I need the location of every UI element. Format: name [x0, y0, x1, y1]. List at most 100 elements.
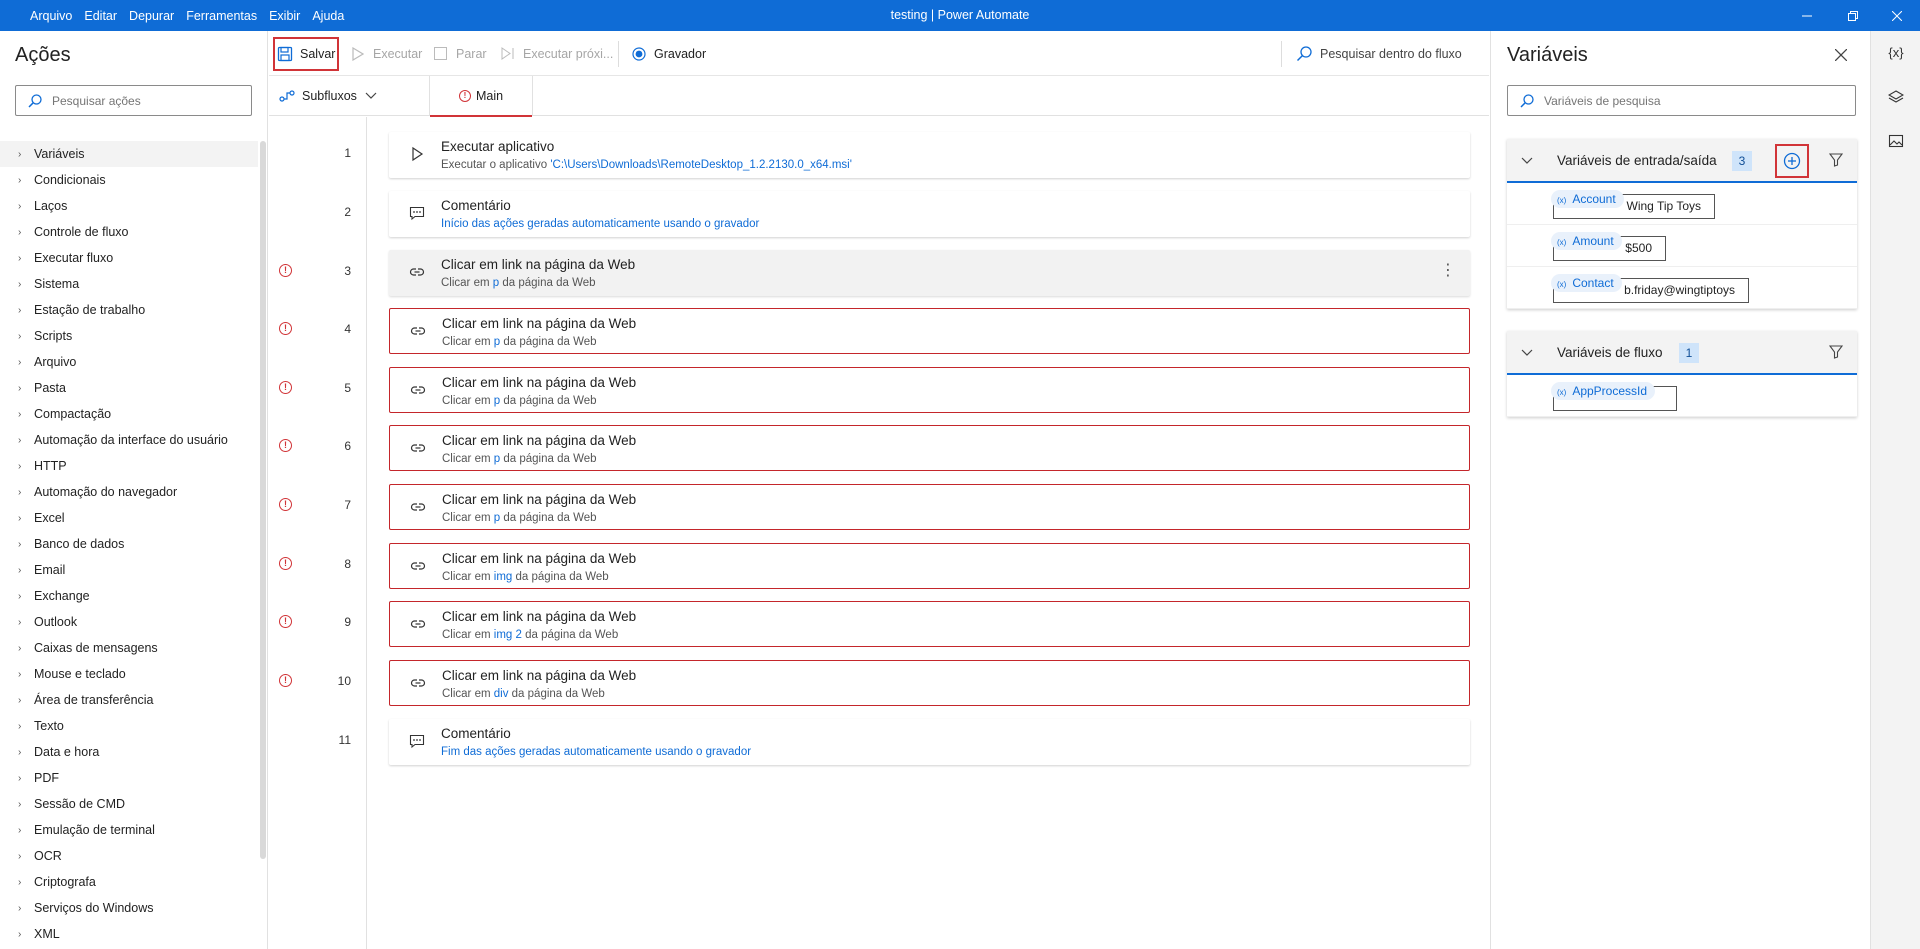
step-card[interactable]: Clicar em link na página da Web Clicar em… — [389, 660, 1470, 706]
action-category[interactable]: › Scripts — [0, 323, 258, 349]
save-icon — [277, 46, 293, 61]
step-card[interactable]: Clicar em link na página da Web Clicar em… — [389, 250, 1470, 296]
action-category-label: Compactação — [34, 407, 112, 421]
step-subtitle-link[interactable]: Fim das ações geradas automaticamente us… — [441, 746, 751, 758]
io-variables-header[interactable]: Variáveis de entrada/saída 3 — [1507, 139, 1857, 183]
menu-ajuda[interactable]: Ajuda — [312, 9, 344, 23]
action-category[interactable]: › Automação do navegador — [0, 479, 258, 505]
action-category[interactable]: › Sessão de CMD — [0, 791, 258, 817]
step-card[interactable]: Comentário Fim das ações geradas automati… — [389, 719, 1470, 765]
menu-ferramentas[interactable]: Ferramentas — [186, 9, 257, 23]
action-category[interactable]: › Serviços do Windows — [0, 895, 258, 921]
action-category[interactable]: › Exchange — [0, 583, 258, 609]
variable-row[interactable]: (x) Contact b.friday@wingtiptoys — [1507, 267, 1857, 309]
action-category[interactable]: › Automação da interface do usuário — [0, 427, 258, 453]
action-category[interactable]: › Executar fluxo — [0, 245, 258, 271]
variables-rail-button[interactable]: {x} — [1871, 45, 1920, 60]
step-card[interactable]: Executar aplicativo Executar o aplicativo… — [389, 132, 1470, 178]
action-category[interactable]: › Variáveis — [0, 141, 258, 167]
action-category[interactable]: › Caixas de mensagens — [0, 635, 258, 661]
action-category[interactable]: › HTTP — [0, 453, 258, 479]
action-category[interactable]: › Outlook — [0, 609, 258, 635]
action-category[interactable]: › Banco de dados — [0, 531, 258, 557]
action-category[interactable]: › XML — [0, 921, 258, 947]
step-card[interactable]: Clicar em link na página da Web Clicar em… — [389, 484, 1470, 530]
menu-arquivo[interactable]: Arquivo — [30, 9, 72, 23]
step-card[interactable]: Clicar em link na página da Web Clicar em… — [389, 601, 1470, 647]
action-category[interactable]: › Controle de fluxo — [0, 219, 258, 245]
minimize-button[interactable] — [1784, 0, 1830, 31]
link-icon — [410, 503, 426, 511]
run-button[interactable]: Executar — [352, 31, 422, 76]
action-category[interactable]: › Texto — [0, 713, 258, 739]
run-next-button[interactable]: Executar próxi... — [501, 31, 613, 76]
close-variables-button[interactable] — [1834, 45, 1848, 66]
menu-editar[interactable]: Editar — [84, 9, 117, 23]
action-category[interactable]: › Criptografa — [0, 869, 258, 895]
step-title: Comentário — [441, 198, 511, 213]
add-variable-button[interactable] — [1783, 152, 1801, 170]
action-category[interactable]: › PDF — [0, 765, 258, 791]
step-subtitle-link[interactable]: img — [494, 571, 513, 583]
save-label: Salvar — [300, 46, 336, 61]
action-category[interactable]: › Laços — [0, 193, 258, 219]
action-category[interactable]: › Email — [0, 557, 258, 583]
variable-chip[interactable]: (x) Amount — [1551, 232, 1622, 250]
chevron-right-icon: › — [18, 200, 22, 212]
action-category[interactable]: › Excel — [0, 505, 258, 531]
step-card[interactable]: Clicar em link na página da Web Clicar em… — [389, 543, 1470, 589]
restore-button[interactable] — [1830, 0, 1876, 31]
actions-scrollbar[interactable] — [260, 141, 266, 859]
step-subtitle-link[interactable]: div — [494, 688, 509, 700]
recorder-button[interactable]: Gravador — [632, 31, 706, 76]
actions-search[interactable] — [15, 85, 252, 116]
more-options-icon[interactable]: ⋮ — [1440, 260, 1456, 280]
actions-panel: Ações › Variáveis › Condicionais › Laços › Cont… — [0, 31, 268, 949]
tab-main[interactable]: ! Main — [429, 76, 533, 117]
io-variables-list: (x) Account Wing Tip Toys (x) Amount $500 (x) C… — [1507, 183, 1857, 309]
action-category[interactable]: › Arquivo — [0, 349, 258, 375]
action-category[interactable]: › Condicionais — [0, 167, 258, 193]
step-subtitle-link[interactable]: Início das ações geradas automaticamente… — [441, 218, 759, 230]
action-category[interactable]: › Data e hora — [0, 739, 258, 765]
save-button[interactable]: Salvar — [277, 31, 335, 76]
step-card[interactable]: Clicar em link na página da Web Clicar em… — [389, 308, 1470, 354]
step-number: 3 — [344, 264, 351, 278]
variables-search-input[interactable] — [1544, 93, 1824, 108]
stop-button[interactable]: Parar — [434, 31, 487, 76]
action-category[interactable]: › Estação de trabalho — [0, 297, 258, 323]
variable-chip[interactable]: (x) Account — [1551, 190, 1624, 208]
search-flow-button[interactable]: Pesquisar dentro do fluxo — [1296, 31, 1462, 76]
variable-chip[interactable]: (x) Contact — [1551, 274, 1622, 292]
subflows-dropdown[interactable]: Subfluxos — [279, 76, 377, 116]
images-rail-button[interactable] — [1871, 133, 1920, 152]
action-category[interactable]: › OCR — [0, 843, 258, 869]
variable-row[interactable]: (x) Amount $500 — [1507, 225, 1857, 267]
actions-search-input[interactable] — [52, 93, 232, 108]
step-card[interactable]: Clicar em link na página da Web Clicar em… — [389, 367, 1470, 413]
action-category[interactable]: › Área de transferência — [0, 687, 258, 713]
step-card[interactable]: Clicar em link na página da Web Clicar em… — [389, 425, 1470, 471]
menu-exibir[interactable]: Exibir — [269, 9, 300, 23]
variable-row[interactable]: (x) AppProcessId — [1507, 375, 1857, 417]
variables-search[interactable] — [1507, 85, 1856, 116]
step-subtitle: Clicar em p da página da Web — [442, 453, 597, 465]
flow-variables-header[interactable]: Variáveis de fluxo 1 — [1507, 331, 1857, 375]
step-subtitle-link[interactable]: 'C:\Users\Downloads\RemoteDesktop_1.2.21… — [550, 159, 852, 171]
action-category[interactable]: › Sistema — [0, 271, 258, 297]
step-subtitle-link[interactable]: img 2 — [494, 629, 522, 641]
filter-icon[interactable] — [1829, 345, 1843, 359]
menu-depurar[interactable]: Depurar — [129, 9, 174, 23]
close-window-button[interactable] — [1874, 0, 1920, 31]
filter-icon[interactable] — [1829, 153, 1843, 167]
action-category[interactable]: › Emulação de terminal — [0, 817, 258, 843]
action-category[interactable]: › Mouse e teclado — [0, 661, 258, 687]
action-category[interactable]: › Compactação — [0, 401, 258, 427]
action-category[interactable]: › Pasta — [0, 375, 258, 401]
ui-elements-rail-button[interactable] — [1871, 89, 1920, 108]
variable-row[interactable]: (x) Account Wing Tip Toys — [1507, 183, 1857, 225]
step-card[interactable]: Comentário Início das ações geradas autom… — [389, 191, 1470, 237]
flow-step: 11 Comentário Fim das ações geradas automa… — [269, 716, 1489, 765]
variable-chip[interactable]: (x) AppProcessId — [1551, 382, 1656, 400]
step-title: Clicar em link na página da Web — [442, 668, 637, 683]
